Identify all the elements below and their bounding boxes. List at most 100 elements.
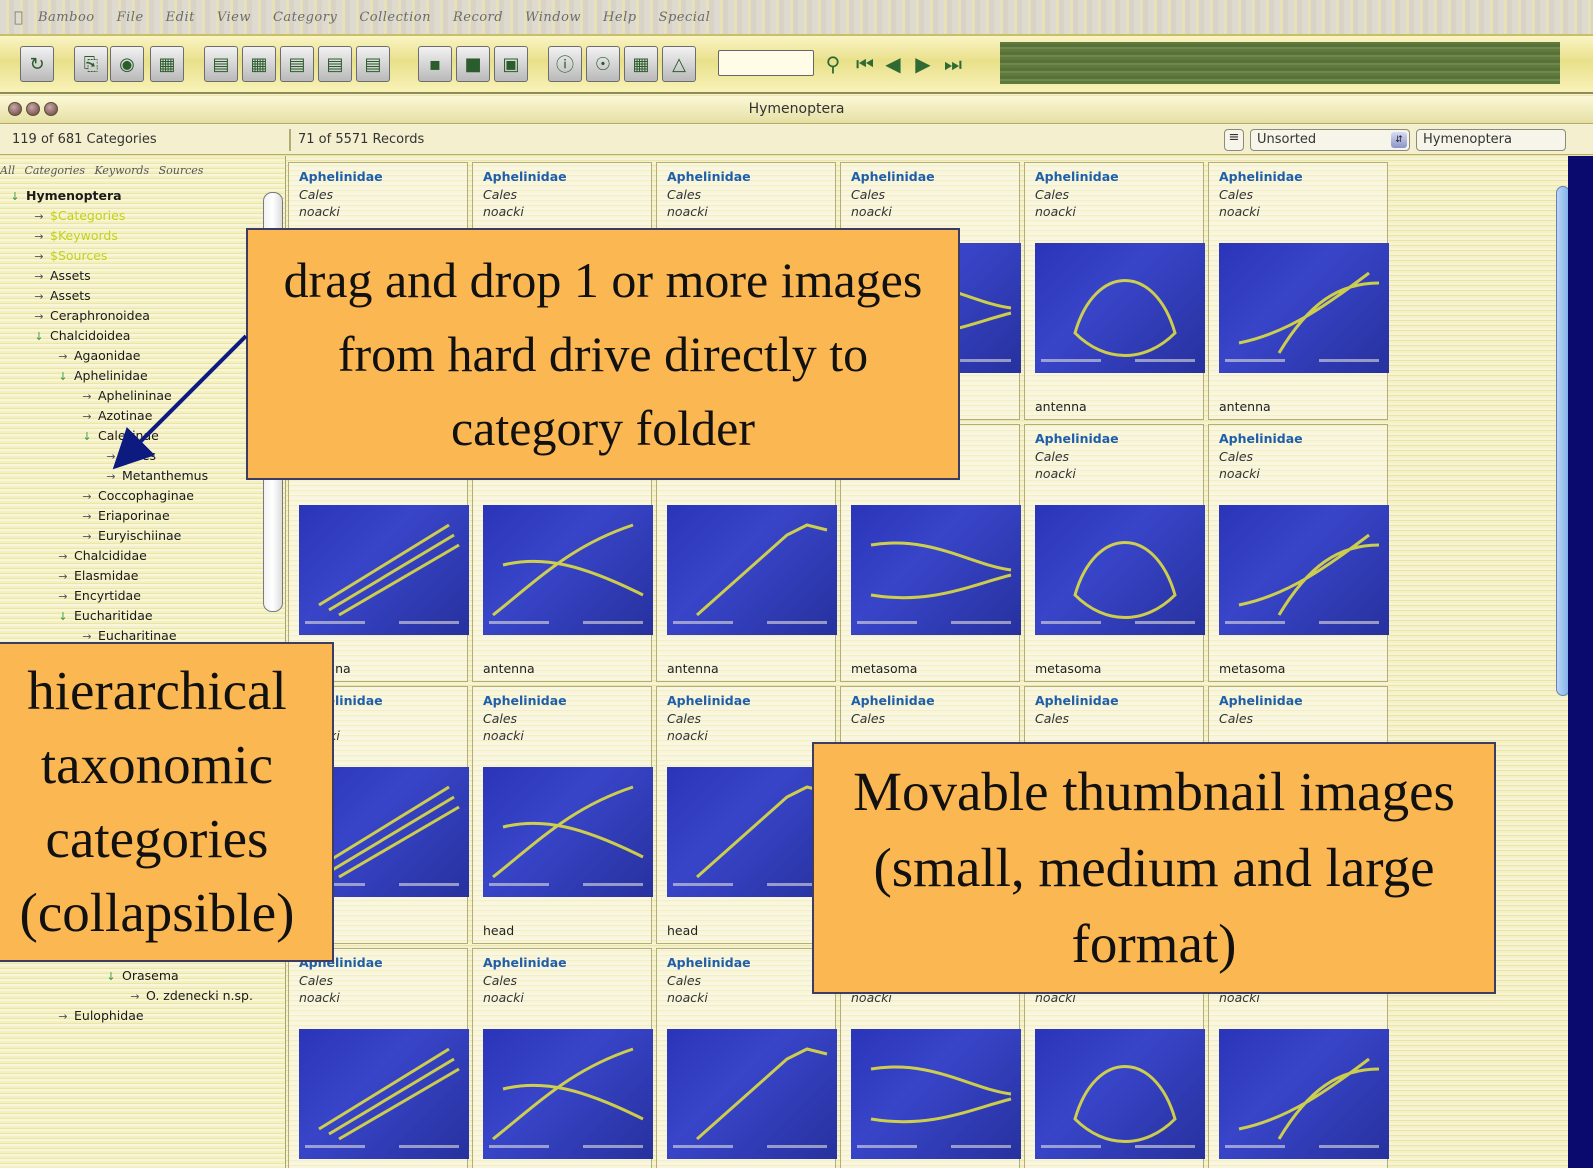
tree-item[interactable]: → Aphelininae xyxy=(0,386,282,406)
last-icon[interactable]: ⏭ xyxy=(940,46,966,82)
disclosure-closed-icon[interactable]: → xyxy=(56,347,70,367)
sem-image-thumbnail[interactable] xyxy=(1035,505,1205,635)
sem-image-thumbnail[interactable] xyxy=(483,1029,653,1159)
disclosure-open-icon[interactable]: ↓ xyxy=(56,607,70,627)
disclosure-open-icon[interactable]: ↓ xyxy=(80,427,94,447)
sem-image-thumbnail[interactable] xyxy=(1219,505,1389,635)
prev-icon[interactable]: ◀ xyxy=(880,46,906,82)
menu-item-category[interactable]: Category xyxy=(273,10,337,25)
sem-image-thumbnail[interactable] xyxy=(1219,1029,1389,1159)
tree-item[interactable]: → $Categories xyxy=(0,206,282,226)
tree-item[interactable]: → Elasmidae xyxy=(0,566,282,586)
info-icon[interactable]: ⓘ xyxy=(548,46,582,82)
film-icon[interactable]: ▦ xyxy=(624,46,658,82)
sem-image-thumbnail[interactable] xyxy=(667,505,837,635)
tree-item[interactable]: → Coccophaginae xyxy=(0,486,282,506)
menu-item-window[interactable]: Window xyxy=(525,10,581,25)
sem-image-thumbnail[interactable] xyxy=(851,505,1021,635)
sem-image-thumbnail[interactable] xyxy=(1219,243,1389,373)
sem-image-thumbnail[interactable] xyxy=(1035,243,1205,373)
disclosure-closed-icon[interactable]: → xyxy=(56,567,70,587)
sem-image-thumbnail[interactable] xyxy=(299,1029,469,1159)
thumbnail-card[interactable]: AphelinidaeCalesnoacki xyxy=(288,948,469,1168)
sem-image-thumbnail[interactable] xyxy=(299,505,469,635)
disclosure-closed-icon[interactable]: → xyxy=(128,987,142,1007)
menu-item-collection[interactable]: Collection xyxy=(359,10,431,25)
menu-item-app[interactable]: Bamboo xyxy=(38,10,95,25)
tab-all[interactable]: All xyxy=(0,164,15,177)
thumbnail-card[interactable]: Aphelinidae Cales noacki head xyxy=(656,686,837,944)
view-3-icon[interactable]: ▤ xyxy=(280,46,314,82)
disclosure-closed-icon[interactable]: → xyxy=(80,527,94,547)
tree-item[interactable]: → $Sources xyxy=(0,246,282,266)
tree-item[interactable]: → Chalcididae xyxy=(0,546,282,566)
disclosure-closed-icon[interactable]: → xyxy=(32,247,46,267)
disclosure-closed-icon[interactable]: → xyxy=(80,407,94,427)
menu-item-file[interactable]: File xyxy=(117,10,144,25)
disclosure-closed-icon[interactable]: → xyxy=(32,287,46,307)
disclosure-closed-icon[interactable]: → xyxy=(32,307,46,327)
tree-item[interactable]: → Assets xyxy=(0,266,282,286)
small-thumb-icon[interactable]: ▪ xyxy=(418,46,452,82)
tree-item[interactable]: ↓ Aphelinidae xyxy=(0,366,282,386)
tree-item[interactable]: ↓ Hymenoptera xyxy=(0,186,282,206)
thumbnail-card[interactable]: Aphelinidae Cales noacki metasoma xyxy=(1024,424,1205,682)
tree-item[interactable]: ↓ Eucharitidae xyxy=(0,606,282,626)
tree-item[interactable]: → Cales xyxy=(0,446,282,466)
disclosure-closed-icon[interactable]: → xyxy=(104,467,118,487)
tree-item[interactable]: → O. zdenecki n.sp. xyxy=(0,986,282,1006)
sort-select[interactable]: Unsorted ⇵ xyxy=(1250,129,1410,151)
menu-item-special[interactable]: Special xyxy=(659,10,711,25)
medium-thumb-icon[interactable]: ■ xyxy=(456,46,490,82)
sort-direction-icon[interactable]: ≡ xyxy=(1224,129,1244,151)
thumbnail-card[interactable]: Aphelinidae Cales noacki metasoma xyxy=(1208,424,1389,682)
tab-sources[interactable]: Sources xyxy=(159,164,204,177)
disclosure-open-icon[interactable]: ↓ xyxy=(32,327,46,347)
sem-image-thumbnail[interactable] xyxy=(483,505,653,635)
disclosure-closed-icon[interactable]: → xyxy=(32,267,46,287)
disclosure-open-icon[interactable]: ↓ xyxy=(8,187,22,207)
tree-item[interactable]: → Eulophidae xyxy=(0,1006,282,1026)
apple-menu-icon[interactable]:  xyxy=(14,8,30,26)
menu-item-edit[interactable]: Edit xyxy=(166,10,195,25)
sem-image-thumbnail[interactable] xyxy=(667,1029,837,1159)
search-input[interactable] xyxy=(718,50,814,76)
disclosure-closed-icon[interactable]: → xyxy=(32,207,46,227)
tree-item[interactable]: ↓ Orasema xyxy=(0,966,282,986)
tree-item[interactable]: → Ceraphronoidea xyxy=(0,306,282,326)
disclosure-closed-icon[interactable]: → xyxy=(80,487,94,507)
disclosure-closed-icon[interactable]: → xyxy=(56,587,70,607)
sem-image-thumbnail[interactable] xyxy=(1035,1029,1205,1159)
trash-icon[interactable]: ▦ xyxy=(150,46,184,82)
tree-item[interactable]: → Eriaporinae xyxy=(0,506,282,526)
tree-item[interactable]: → Metanthemus xyxy=(0,466,282,486)
menu-item-record[interactable]: Record xyxy=(453,10,503,25)
tree-item[interactable]: → Azotinae xyxy=(0,406,282,426)
tree-item[interactable]: → Encyrtidae xyxy=(0,586,282,606)
tree-item[interactable]: → $Keywords xyxy=(0,226,282,246)
map-icon[interactable]: △ xyxy=(662,46,696,82)
tab-categories[interactable]: Categories xyxy=(24,164,85,177)
search-icon[interactable]: ⚲ xyxy=(820,46,846,82)
disclosure-closed-icon[interactable]: → xyxy=(56,1007,70,1027)
thumbnail-card[interactable]: Aphelinidae Cales noacki antenna xyxy=(1208,162,1389,420)
disclosure-closed-icon[interactable]: → xyxy=(80,507,94,527)
thumbnail-card[interactable]: AphelinidaeCalesnoacki xyxy=(472,948,653,1168)
thumbnail-card[interactable]: Aphelinidae Cales noacki antenna xyxy=(1024,162,1205,420)
first-icon[interactable]: ⏮ xyxy=(852,46,878,82)
tree-item[interactable]: ↓ Calesinae xyxy=(0,426,282,446)
menu-item-help[interactable]: Help xyxy=(603,10,637,25)
thumbnail-card[interactable]: AphelinidaeCalesnoacki xyxy=(656,948,837,1168)
view-4-icon[interactable]: ▤ xyxy=(318,46,352,82)
eye-icon[interactable]: ☉ xyxy=(586,46,620,82)
tree-item[interactable]: ↓ Chalcidoidea xyxy=(0,326,282,346)
tree-item[interactable]: → Euryischiinae xyxy=(0,526,282,546)
tree-item[interactable]: → Agaonidae xyxy=(0,346,282,366)
disclosure-closed-icon[interactable]: → xyxy=(56,547,70,567)
large-thumb-icon[interactable]: ▣ xyxy=(494,46,528,82)
thumbnail-card[interactable]: Aphelinidae Cales noacki head xyxy=(472,686,653,944)
view-2-icon[interactable]: ▦ xyxy=(242,46,276,82)
disclosure-closed-icon[interactable]: → xyxy=(32,227,46,247)
disclosure-open-icon[interactable]: ↓ xyxy=(56,367,70,387)
import-icon[interactable]: ⎘ xyxy=(74,46,108,82)
